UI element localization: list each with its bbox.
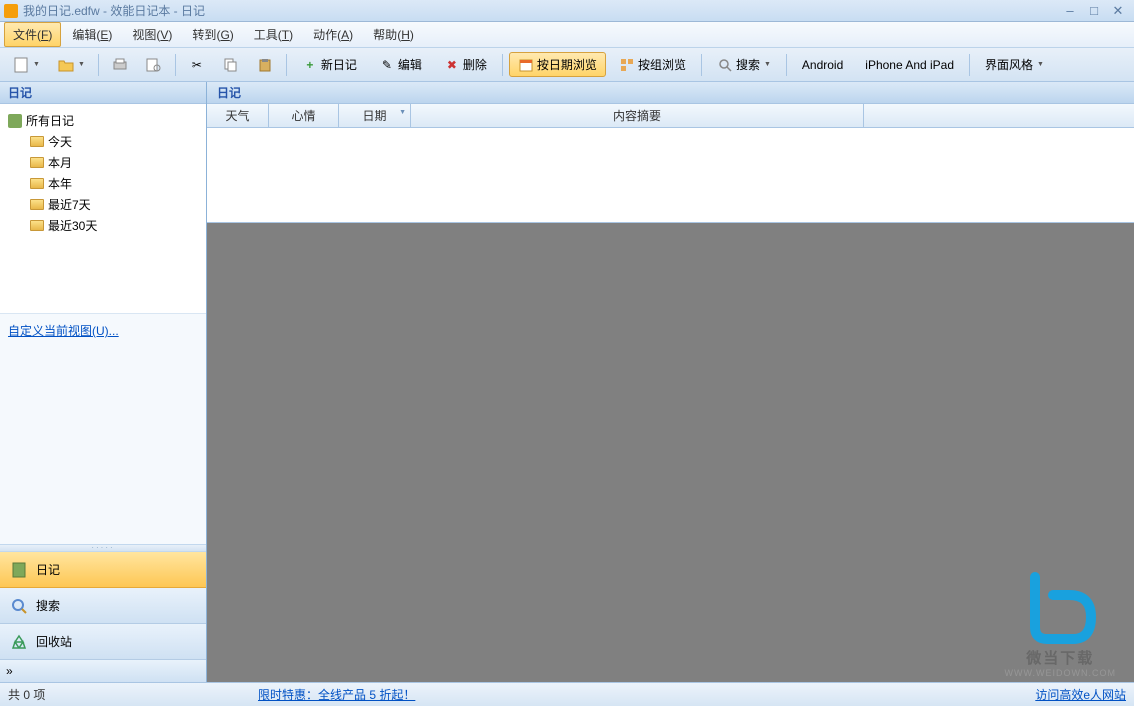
splitter-handle[interactable]: ····· <box>0 544 206 552</box>
sort-desc-icon: ▼ <box>399 109 406 116</box>
print-button[interactable] <box>105 53 135 77</box>
nav-diary[interactable]: 日记 <box>0 552 206 588</box>
search-icon <box>717 57 733 73</box>
group-icon <box>619 57 635 73</box>
col-summary[interactable]: 内容摘要 <box>411 104 864 127</box>
status-item-count: 共 0 项 <box>8 686 258 703</box>
menu-bar: 文件(F) 编辑(E) 视图(V) 转到(G) 工具(T) 动作(A) 帮助(H… <box>0 22 1134 48</box>
menu-help[interactable]: 帮助(H) <box>364 22 423 47</box>
browse-by-date-button[interactable]: 按日期浏览 <box>509 52 606 77</box>
plus-icon: + <box>302 57 318 73</box>
menu-goto[interactable]: 转到(G) <box>183 22 242 47</box>
print-preview-button[interactable] <box>139 53 169 77</box>
title-bar: 我的日记.edfw - 效能日记本 - 日记 – □ ✕ <box>0 0 1134 22</box>
sidebar-header: 日记 <box>0 82 206 104</box>
menu-edit[interactable]: 编辑(E) <box>63 22 121 47</box>
status-promo-link[interactable]: 限时特惠：全线产品 5 折起！ <box>258 686 1035 703</box>
tree-view[interactable]: 所有日记 今天 本月 本年 最近7天 最近30天 <box>0 104 206 313</box>
pencil-icon: ✎ <box>379 57 395 73</box>
folder-icon <box>30 178 44 189</box>
menu-tools[interactable]: 工具(T) <box>245 22 302 47</box>
print-preview-icon <box>146 57 162 73</box>
minimize-button[interactable]: – <box>1058 3 1082 18</box>
col-weather[interactable]: 天气 <box>207 104 269 127</box>
tree-item-7days[interactable]: 最近7天 <box>4 194 202 215</box>
table-header: 天气 心情 日期▼ 内容摘要 <box>207 104 1134 128</box>
col-date[interactable]: 日期▼ <box>339 104 411 127</box>
open-button[interactable]: ▼ <box>51 53 92 77</box>
content-area: 日记 天气 心情 日期▼ 内容摘要 <box>207 82 1134 682</box>
new-button[interactable]: ▼ <box>6 53 47 77</box>
nav-recycle[interactable]: 回收站 <box>0 624 206 660</box>
new-diary-button[interactable]: +新日记 <box>293 52 366 77</box>
edit-button[interactable]: ✎编辑 <box>370 52 431 77</box>
book-icon <box>8 114 22 128</box>
folder-icon <box>30 220 44 231</box>
col-mood[interactable]: 心情 <box>269 104 339 127</box>
open-folder-icon <box>58 57 74 73</box>
cut-icon: ✂ <box>189 57 205 73</box>
status-visit-link[interactable]: 访问高效e人网站 <box>1035 686 1126 703</box>
menu-view[interactable]: 视图(V) <box>123 22 181 47</box>
copy-button[interactable] <box>216 53 246 77</box>
menu-action[interactable]: 动作(A) <box>304 22 362 47</box>
menu-file[interactable]: 文件(F) <box>4 22 61 47</box>
app-icon <box>4 4 18 18</box>
main-area: 日记 所有日记 今天 本月 本年 最近7天 最近30天 自定义当前视图(U)..… <box>0 82 1134 682</box>
tree-item-month[interactable]: 本月 <box>4 152 202 173</box>
folder-icon <box>30 157 44 168</box>
content-header: 日记 <box>207 82 1134 104</box>
nav-search[interactable]: 搜索 <box>0 588 206 624</box>
status-bar: 共 0 项 限时特惠：全线产品 5 折起！ 访问高效e人网站 <box>0 682 1134 706</box>
iphone-button[interactable]: iPhone And iPad <box>856 54 963 76</box>
folder-icon <box>30 199 44 210</box>
maximize-button[interactable]: □ <box>1082 3 1106 18</box>
skin-button[interactable]: 界面风格▼ <box>976 52 1053 77</box>
sidebar: 日记 所有日记 今天 本月 本年 最近7天 最近30天 自定义当前视图(U)..… <box>0 82 207 682</box>
window-title: 我的日记.edfw - 效能日记本 - 日记 <box>23 2 1058 19</box>
calendar-icon <box>518 57 534 73</box>
browse-by-group-button[interactable]: 按组浏览 <box>610 52 695 77</box>
android-button[interactable]: Android <box>793 54 852 76</box>
chevron-icon: » <box>6 664 14 678</box>
new-doc-icon <box>13 57 29 73</box>
folder-icon <box>30 136 44 147</box>
tree-item-today[interactable]: 今天 <box>4 131 202 152</box>
preview-pane <box>207 223 1134 682</box>
copy-icon <box>223 57 239 73</box>
paste-icon <box>257 57 273 73</box>
search-button[interactable]: 搜索▼ <box>708 52 780 77</box>
search-icon <box>10 597 28 615</box>
print-icon <box>112 57 128 73</box>
delete-icon: ✖ <box>444 57 460 73</box>
recycle-icon <box>10 633 28 651</box>
tree-item-30days[interactable]: 最近30天 <box>4 215 202 236</box>
nav-collapse[interactable]: » <box>0 660 206 682</box>
diary-icon <box>10 561 28 579</box>
tree-root-all[interactable]: 所有日记 <box>4 110 202 131</box>
cut-button[interactable]: ✂ <box>182 53 212 77</box>
delete-button[interactable]: ✖删除 <box>435 52 496 77</box>
list-area[interactable] <box>207 128 1134 223</box>
tree-item-year[interactable]: 本年 <box>4 173 202 194</box>
customize-view-link[interactable]: 自定义当前视图(U)... <box>0 313 206 347</box>
close-button[interactable]: ✕ <box>1106 3 1130 19</box>
paste-button[interactable] <box>250 53 280 77</box>
toolbar: ▼ ▼ ✂ +新日记 ✎编辑 ✖删除 按日期浏览 按组浏览 搜索▼ Androi… <box>0 48 1134 82</box>
